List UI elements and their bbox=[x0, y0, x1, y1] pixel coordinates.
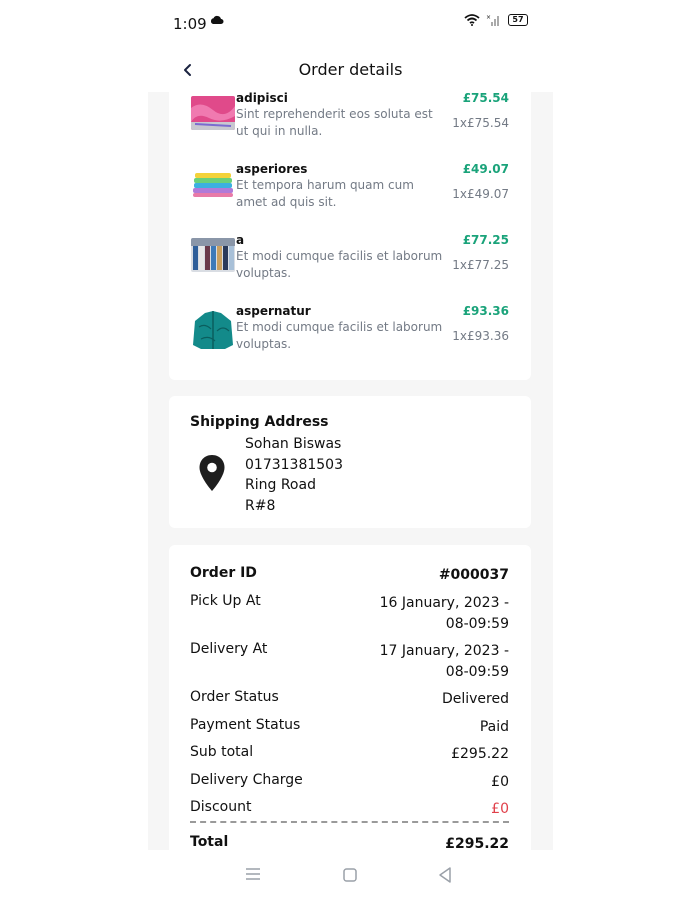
cloud-icon bbox=[210, 15, 224, 24]
order-status-label: Order Status bbox=[190, 689, 279, 705]
app-bar: Order details bbox=[148, 50, 553, 92]
item-name: aspernatur bbox=[236, 304, 311, 318]
product-thumbnail-towels bbox=[191, 167, 235, 201]
item-quantity: 1x£49.07 bbox=[452, 187, 509, 201]
shipping-phone: 01731381503 bbox=[245, 456, 343, 473]
item-description: Et modi cumque facilis et laborum volupt… bbox=[236, 249, 443, 280]
shipping-address-title: Shipping Address bbox=[190, 414, 329, 430]
order-id-value: #000037 bbox=[438, 567, 509, 583]
signal-icon: × bbox=[486, 14, 499, 26]
status-bar: 1:09 × 57 bbox=[148, 0, 553, 50]
shipping-street: Ring Road bbox=[245, 477, 316, 493]
status-time: 1:09 bbox=[173, 15, 207, 33]
items-card: adipisci Sint reprehenderit eos soluta e… bbox=[169, 92, 531, 380]
payment-status-value: Paid bbox=[479, 719, 509, 735]
shipping-name: Sohan Biswas bbox=[245, 436, 342, 452]
subtotal-value: £295.22 bbox=[451, 746, 509, 762]
home-icon[interactable] bbox=[342, 867, 358, 883]
order-item[interactable]: aspernatur Et modi cumque facilis et lab… bbox=[169, 304, 531, 364]
shipping-extra: R#8 bbox=[245, 497, 276, 514]
payment-status-label: Payment Status bbox=[190, 717, 301, 733]
delivery-charge-value: £0 bbox=[491, 774, 509, 790]
delivery-label: Delivery At bbox=[190, 641, 268, 657]
subtotal-label: Sub total bbox=[190, 744, 254, 760]
item-description: Et tempora harum quam cum amet ad quis s… bbox=[236, 178, 414, 209]
order-item[interactable]: adipisci Sint reprehenderit eos soluta e… bbox=[169, 92, 531, 151]
discount-label: Discount bbox=[190, 799, 252, 815]
back-triangle-icon[interactable] bbox=[437, 866, 453, 884]
total-label: Total bbox=[190, 834, 229, 850]
item-quantity: 1x£75.54 bbox=[452, 116, 509, 130]
delivery-charge-label: Delivery Charge bbox=[190, 772, 303, 788]
delivery-value: 17 January, 2023 - 08-09:59 bbox=[379, 643, 509, 680]
item-price: £75.54 bbox=[462, 92, 509, 105]
wifi-icon bbox=[464, 14, 480, 26]
pickup-label: Pick Up At bbox=[190, 593, 261, 609]
item-price: £49.07 bbox=[462, 162, 509, 176]
item-description: Sint reprehenderit eos soluta est ut qui… bbox=[236, 107, 433, 138]
pickup-value: 16 January, 2023 - 08-09:59 bbox=[379, 595, 509, 632]
item-name: adipisci bbox=[236, 92, 288, 105]
svg-text:×: × bbox=[486, 14, 491, 21]
total-value: £295.22 bbox=[445, 836, 509, 850]
system-nav-bar bbox=[148, 850, 553, 900]
item-name: a bbox=[236, 233, 245, 247]
dashed-divider bbox=[190, 821, 509, 823]
order-item[interactable]: a Et modi cumque facilis et laborum volu… bbox=[169, 233, 531, 293]
status-icons: × 57 bbox=[464, 14, 528, 26]
location-pin-icon bbox=[199, 455, 225, 491]
item-name: asperiores bbox=[236, 162, 308, 176]
product-thumbnail-clothes-rack bbox=[191, 238, 235, 272]
shipping-address-lines: Sohan Biswas 01731381503 Ring Road R#8 bbox=[245, 434, 343, 516]
order-item[interactable]: asperiores Et tempora harum quam cum ame… bbox=[169, 162, 531, 222]
product-thumbnail-jacket bbox=[191, 309, 235, 351]
discount-value: £0 bbox=[491, 801, 509, 817]
item-description: Et modi cumque facilis et laborum volupt… bbox=[236, 320, 443, 351]
order-status-value: Delivered bbox=[441, 691, 509, 707]
item-quantity: 1x£93.36 bbox=[452, 329, 509, 343]
menu-icon[interactable] bbox=[245, 867, 261, 881]
item-price: £77.25 bbox=[462, 233, 509, 247]
order-details-scroll[interactable]: adipisci Sint reprehenderit eos soluta e… bbox=[148, 92, 553, 850]
battery-icon: 57 bbox=[508, 14, 528, 26]
product-thumbnail-fabric bbox=[191, 96, 235, 130]
order-id-label: Order ID bbox=[190, 565, 257, 581]
item-quantity: 1x£77.25 bbox=[452, 258, 509, 272]
page-title: Order details bbox=[298, 60, 403, 79]
order-summary-card: Order ID #000037 Pick Up At 16 January, … bbox=[169, 545, 531, 850]
shipping-address-card: Shipping Address Sohan Biswas 0173138150… bbox=[169, 396, 531, 528]
item-price: £93.36 bbox=[462, 304, 509, 318]
